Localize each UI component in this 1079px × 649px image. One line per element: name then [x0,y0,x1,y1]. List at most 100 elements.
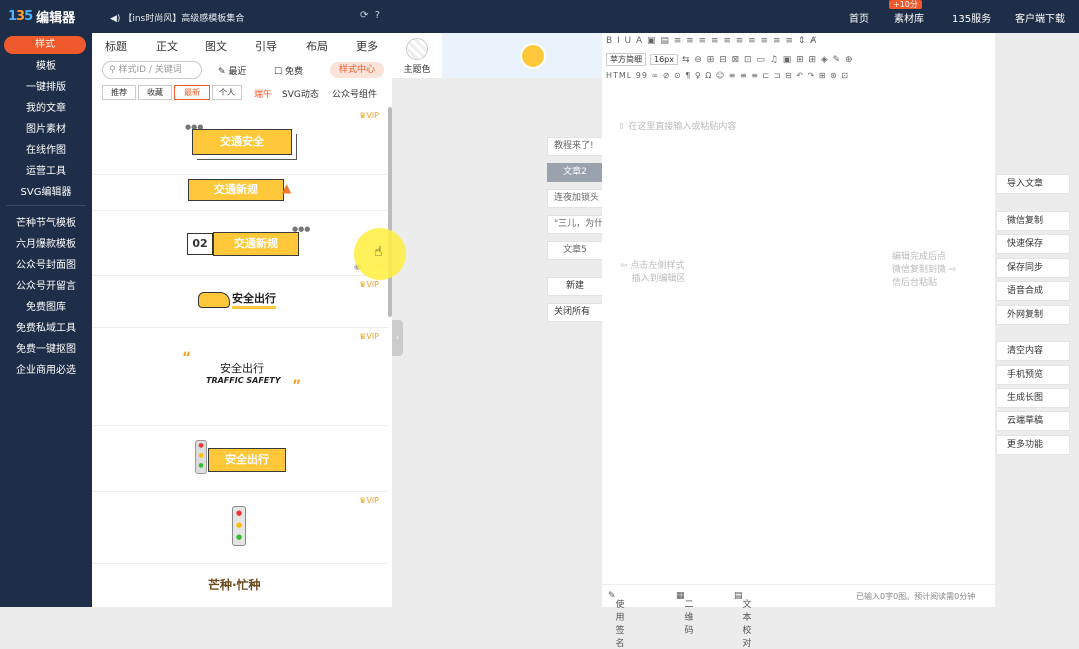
article-item[interactable]: 连夜加锁头 [547,189,603,208]
sidebar-item-tools[interactable]: 运营工具 [0,162,92,177]
help-icon[interactable]: ? [375,10,380,21]
toolbar-row-1[interactable]: B I U A ▣ ▤ ≡ ≡ ≡ ≡ ≡ ≡ ≡ ≡ ≡ ≡ ⇕ Ⱥ [606,36,817,46]
wechat-copy-button[interactable]: 微信复制 [996,211,1070,231]
panel-collapse-handle[interactable]: ‹ [392,320,403,356]
font-size-select[interactable]: 16px [650,54,678,65]
sidebar-item-promo[interactable]: 芒种节气模板 [0,214,92,229]
filter-svg[interactable]: SVG动态 [282,87,319,100]
list-item[interactable]: 02 交通新规 ●●● ◉ ♡ [92,211,389,276]
mobile-preview-button[interactable]: 手机预览 [996,365,1070,385]
logo[interactable]: 135 编辑器 [8,7,75,26]
quick-save-button[interactable]: 快速保存 [996,234,1070,254]
sidebar-item-promo[interactable]: 公众号开留言 [0,277,92,292]
free-checkbox[interactable]: ☐ 免费 [274,64,303,77]
sidebar-item-images[interactable]: 图片素材 [0,120,92,135]
tab-layout[interactable]: 布局 [306,38,328,54]
clear-content-button[interactable]: 清空内容 [996,341,1070,361]
nav-home[interactable]: 首页 [849,10,869,25]
article-item[interactable]: 文章2 [547,163,603,182]
more-functions-button[interactable]: 更多功能 [996,435,1070,455]
proofread-button[interactable]: ▤ 文本校对 [734,591,752,649]
toolbar-row-2[interactable]: 苹方简细 16px ⇆ ⊖ ⊞ ⊟ ⊠ ⊡ ▭ ♫ ▣ ⊞ ⊞ ◈ ✎ ⊕ [606,53,854,66]
template-tag: 交通安全 [192,129,292,155]
doc-title[interactable]: ◀) 【ins时尚风】高级感模板集合 [110,11,244,24]
traffic-light-icon: ●●● [232,506,246,546]
qrcode-button[interactable]: ▦ 二维码 [676,591,694,636]
style-panel: 标题 正文 图文 引导 布局 更多 ⚲ 样式ID / 关键词 ✎ 最近 ☐ 免费… [92,33,392,607]
list-item[interactable]: ♛VIP 安全出行 [92,276,389,328]
sidebar-item-articles[interactable]: 我的文章 [0,99,92,114]
template-list: ♛VIP ●●● 交通安全 交通新规 ▲ 02 交通新规 ●●● ◉ ♡ ♛VI… [92,107,389,607]
insert-hint: ⇦ 点击左侧样式 插入到编辑区 [620,261,686,284]
sidebar-item-style[interactable]: 样式 [4,36,86,54]
list-item[interactable]: ♛VIP ●●● 交通安全 [92,107,389,175]
search-icon: ⚲ [109,65,116,75]
filter-newest[interactable]: 最新 [174,85,210,100]
font-family-select[interactable]: 苹方简细 [606,53,646,66]
tab-more[interactable]: 更多 [356,38,378,54]
close-all-button[interactable]: 关闭所有 [547,303,603,322]
sidebar-item-promo[interactable]: 公众号封面图 [0,256,92,271]
cloud-draft-button[interactable]: 云端草稿 [996,411,1070,431]
external-copy-button[interactable]: 外网复制 [996,305,1070,325]
theme-color-button[interactable]: 主题色 [392,33,442,78]
list-item[interactable]: ♛VIP “ 安全出行 TRAFFIC SAFETY ” [92,328,389,426]
article-item[interactable]: 文章5 [547,241,603,260]
sidebar-item-promo[interactable]: 免费图库 [0,298,92,313]
copy-hint: 编辑完成后点 微信复制到微 ⇨ 信后台粘贴 [892,252,957,288]
sidebar-item-layout[interactable]: 一键排版 [0,78,92,93]
list-item[interactable]: ● ● ● 安全出行 [92,426,389,492]
filter-dragonboat[interactable]: 端午 [254,87,272,100]
filter-favorite[interactable]: 收藏 [138,85,172,100]
cone-icon: ▲ [282,181,292,195]
editor-placeholder[interactable]: ⇧ 在这里直接输入或粘贴内容 [618,119,736,132]
sidebar-item-promo[interactable]: 企业商用必选 [0,361,92,376]
traffic-light-icon: ●●● [195,440,207,474]
filter-components[interactable]: 公众号组件 [332,87,377,100]
import-article-button[interactable]: 导入文章 [996,174,1070,194]
upload-icon: ⇧ [618,122,626,132]
list-item[interactable]: ♛VIP ● ● ● [92,492,389,564]
sidebar-item-svg[interactable]: SVG编辑器 [0,183,92,198]
signature-button[interactable]: ✎ 使用签名 [608,591,625,649]
traffic-light-icon: ●●● [292,225,311,233]
tab-body[interactable]: 正文 [156,38,178,54]
vip-badge: ♛VIP [359,332,379,341]
tab-image-text[interactable]: 图文 [205,38,227,54]
template-tag: 交通新规 [188,179,284,201]
template-tag: 安全出行 [208,448,286,472]
tab-title[interactable]: 标题 [105,38,127,54]
sidebar-item-template[interactable]: 模板 [0,57,92,72]
long-image-button[interactable]: 生成长图 [996,388,1070,408]
sidebar-item-promo[interactable]: 免费一键抠图 [0,340,92,355]
nav-material[interactable]: 素材库 [894,10,924,25]
sidebar-item-promo[interactable]: 六月爆款模板 [0,235,92,250]
article-item[interactable]: "三儿，为什 [547,215,603,234]
article-item[interactable]: 教程来了! [547,137,603,156]
save-sync-button[interactable]: 保存同步 [996,258,1070,278]
sidebar-item-design[interactable]: 在线作图 [0,141,92,156]
sun-icon [520,43,546,69]
style-center-button[interactable]: 样式中心 [330,62,384,78]
nav-badge: +10分 [889,0,922,9]
tts-button[interactable]: 语音合成 [996,281,1070,301]
top-bar: 135 编辑器 ◀) 【ins时尚风】高级感模板集合 ⟳ ? +10分 首页 素… [0,0,1079,33]
logo-mark: 135 [8,9,33,24]
list-item[interactable]: 芒种·忙种 [92,564,389,607]
recent-button[interactable]: ✎ 最近 [218,64,246,77]
status-bar: ✎ 使用签名 ▦ 二维码 ▤ 文本校对 已输入0字0图。预计阅读需0分钟 [602,584,995,649]
filter-recommend[interactable]: 推荐 [102,85,136,100]
list-item[interactable]: 交通新规 ▲ [92,175,389,211]
toolbar-row-3[interactable]: HTML 99 ∞ ⊘ ⊙ ¶ ♀ Ω ☺ ≡ ≡ ≡ ⊏ ⊐ ⊟ ↶ ↷ ⊞ … [606,71,849,80]
nav-service[interactable]: 135服务 [952,10,991,25]
filter-personal[interactable]: 个人 [212,85,242,100]
panel-scrollbar[interactable] [388,107,392,317]
sidebar-item-promo[interactable]: 免费私域工具 [0,319,92,334]
nav-download[interactable]: 客户端下载 [1015,10,1065,25]
tab-guide[interactable]: 引导 [255,38,277,54]
editor: B I U A ▣ ▤ ≡ ≡ ≡ ≡ ≡ ≡ ≡ ≡ ≡ ≡ ⇕ Ⱥ 苹方简细… [602,33,995,649]
cursor-hand-icon: ☝ [374,244,383,260]
new-article-button[interactable]: 新建 [547,277,603,296]
refresh-icon[interactable]: ⟳ [360,10,368,21]
search-input[interactable]: ⚲ 样式ID / 关键词 [102,61,202,79]
